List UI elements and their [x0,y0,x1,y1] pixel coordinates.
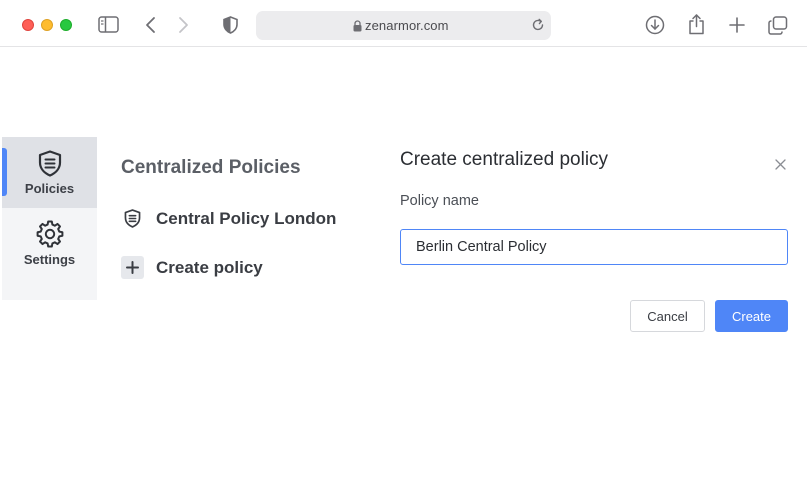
url-text: zenarmor.com [365,18,449,33]
browser-toolbar: zenarmor.com [0,0,807,47]
plus-icon [121,256,144,279]
download-icon[interactable] [645,15,665,35]
minimize-window-button[interactable] [41,19,53,31]
policy-name-input[interactable] [400,229,788,265]
active-indicator [2,148,7,196]
address-bar[interactable]: zenarmor.com [256,11,551,40]
form-title: Create centralized policy [400,149,609,170]
policy-item-label: Central Policy London [156,208,337,228]
shield-list-icon [121,207,144,230]
create-policy-button[interactable]: Create policy [121,256,263,279]
create-button[interactable]: Create [715,300,788,332]
sidebar-item-policies[interactable]: Policies [2,137,97,208]
gear-icon [36,220,64,248]
cancel-button[interactable]: Cancel [630,300,705,332]
close-window-button[interactable] [22,19,34,31]
privacy-shield-icon[interactable] [223,16,238,34]
policy-item-central-policy-london[interactable]: Central Policy London [121,207,336,230]
sidebar-item-settings[interactable]: Settings [2,208,97,279]
back-arrow-icon[interactable] [145,16,156,34]
zoom-window-button[interactable] [60,19,72,31]
new-tab-icon[interactable] [729,17,745,33]
policies-list-title: Centralized Policies [121,157,301,178]
policy-name-label: Policy name [400,193,479,209]
sidebar-item-label: Settings [23,252,76,267]
sidebar-item-label: Policies [24,181,75,196]
create-policy-label: Create policy [156,257,263,277]
tab-overview-icon[interactable] [768,16,788,35]
lock-icon [353,19,362,37]
forward-arrow-icon[interactable] [178,16,189,34]
sidebar-toggle-icon[interactable] [98,16,119,33]
close-icon[interactable] [771,155,789,173]
sidebar: Policies Settings [2,137,97,300]
reload-icon[interactable] [531,18,545,37]
shield-list-icon [38,149,62,177]
share-icon[interactable] [688,13,705,35]
